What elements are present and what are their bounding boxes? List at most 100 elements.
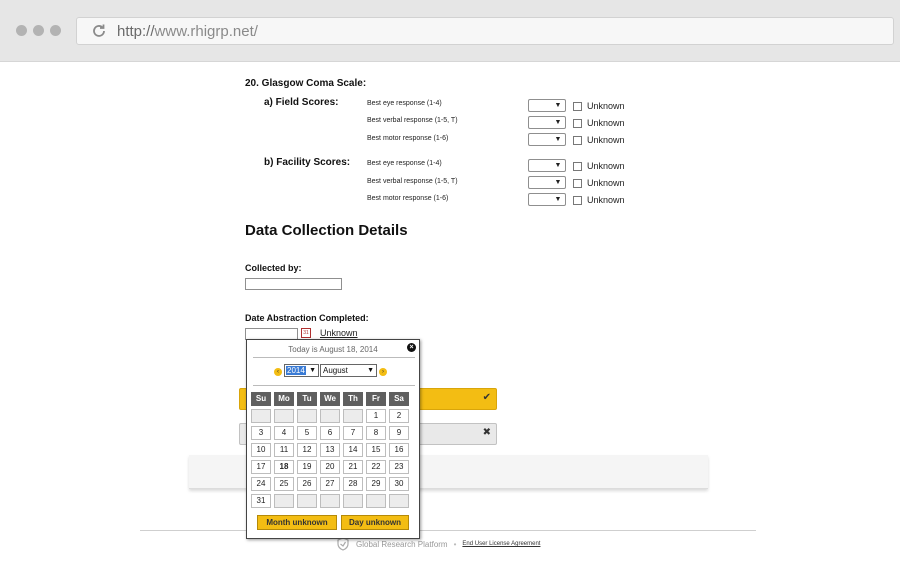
weekday-label: Su [251,392,271,406]
calendar-day[interactable]: 30 [389,477,409,491]
facility-motor-select[interactable]: ▼ [528,193,566,206]
collected-by-input[interactable] [245,278,342,290]
facility-verbal-label: Best verbal response (1-5, T) [367,178,458,185]
calendar-empty-cell [320,409,340,423]
date-unknown-link[interactable]: Unknown [320,328,358,338]
calendar-empty-cell [297,494,317,508]
calendar-day[interactable]: 1 [366,409,386,423]
calendar-day[interactable]: 23 [389,460,409,474]
calendar-day[interactable]: 8 [366,426,386,440]
field-motor-select[interactable]: ▼ [528,133,566,146]
data-collection-heading: Data Collection Details [245,222,408,239]
calendar-day[interactable]: 7 [343,426,363,440]
footer-brand: Global Research Platform [356,539,448,549]
calendar-day[interactable]: 21 [343,460,363,474]
window-dot[interactable] [16,25,27,36]
reload-icon[interactable] [91,23,107,39]
calendar-day[interactable]: 13 [320,443,340,457]
facility-motor-unknown-label: Unknown [587,195,625,205]
month-select[interactable]: August ▼ [320,364,377,377]
year-select[interactable]: 2014 ▼ [284,364,319,377]
field-verbal-unknown-checkbox[interactable] [573,119,582,128]
window-dot[interactable] [50,25,61,36]
chevron-down-icon: ▼ [554,179,562,186]
footer: Global Research Platform • End User Lice… [336,537,540,551]
field-verbal-unknown-label: Unknown [587,118,625,128]
checkmark-icon: ✔ [482,392,491,403]
calendar-day[interactable]: 11 [274,443,294,457]
weekday-label: Mo [274,392,294,406]
prev-month-button[interactable]: ‹ [274,368,282,376]
calendar-day[interactable]: 24 [251,477,271,491]
close-icon: ✖ [482,427,491,438]
field-eye-unknown-checkbox[interactable] [573,102,582,111]
field-eye-select[interactable]: ▼ [528,99,566,112]
calendar-day[interactable]: 27 [320,477,340,491]
calendar-empty-cell [320,494,340,508]
divider [253,385,415,386]
weekday-header: Su Mo Tu We Th Fr Sa [251,392,415,406]
date-abstraction-label: Date Abstraction Completed: [245,313,369,323]
calendar-grid: Su Mo Tu We Th Fr Sa 1 2 3 4 5 6 7 8 9 10 11 12 13 14… [251,392,415,511]
address-bar[interactable]: http://www.rhigrp.net/ [76,17,894,45]
today-text: Today is August 18, 2014 [288,345,378,354]
day-unknown-button[interactable]: Day unknown [341,515,409,530]
calendar-empty-cell [297,409,317,423]
calendar-weeks: 1 2 3 4 5 6 7 8 9 10 11 12 13 14 15 16 17 18 19 20 21 22 23 24 2… [251,409,415,508]
chevron-down-icon: ▼ [554,136,562,143]
calendar-day[interactable]: 18 [274,460,294,474]
chevron-down-icon: ▼ [554,102,562,109]
calendar-day[interactable]: 15 [366,443,386,457]
calendar-week-row: 10 11 12 13 14 15 16 [251,443,415,457]
eula-link[interactable]: End User License Agreement [462,541,540,547]
calendar-day[interactable]: 31 [251,494,271,508]
page-content: 20. Glasgow Coma Scale: a) Field Scores:… [0,62,900,562]
calendar-day[interactable]: 12 [297,443,317,457]
calendar-icon[interactable]: 31 [301,328,311,338]
calendar-day[interactable]: 16 [389,443,409,457]
month-value: August [323,366,348,375]
year-value: 2014 [286,366,306,375]
facility-verbal-unknown-label: Unknown [587,178,625,188]
calendar-day[interactable]: 25 [274,477,294,491]
calendar-empty-cell [343,409,363,423]
calendar-day[interactable]: 5 [297,426,317,440]
month-unknown-button[interactable]: Month unknown [257,515,337,530]
window-dot[interactable] [33,25,44,36]
facility-verbal-unknown-checkbox[interactable] [573,179,582,188]
calendar-week-row: 24 25 26 27 28 29 30 [251,477,415,491]
calendar-day[interactable]: 19 [297,460,317,474]
calendar-day[interactable]: 10 [251,443,271,457]
calendar-day[interactable]: 9 [389,426,409,440]
collected-by-label: Collected by: [245,263,302,273]
calendar-day[interactable]: 28 [343,477,363,491]
facility-motor-unknown-checkbox[interactable] [573,196,582,205]
field-motor-unknown-checkbox[interactable] [573,136,582,145]
window-controls [16,25,61,36]
close-icon[interactable]: × [407,343,416,352]
calendar-day[interactable]: 22 [366,460,386,474]
next-month-button[interactable]: › [379,368,387,376]
facility-eye-select[interactable]: ▼ [528,159,566,172]
field-motor-label: Best motor response (1-6) [367,135,449,142]
facility-motor-label: Best motor response (1-6) [367,195,449,202]
calendar-day[interactable]: 20 [320,460,340,474]
calendar-day[interactable]: 4 [274,426,294,440]
field-eye-unknown-label: Unknown [587,101,625,111]
chevron-down-icon: ▼ [367,367,374,374]
facility-verbal-select[interactable]: ▼ [528,176,566,189]
field-scores-label: a) Field Scores: [264,97,339,108]
facility-eye-unknown-label: Unknown [587,161,625,171]
facility-eye-unknown-checkbox[interactable] [573,162,582,171]
calendar-day[interactable]: 2 [389,409,409,423]
calendar-day[interactable]: 3 [251,426,271,440]
calendar-day[interactable]: 29 [366,477,386,491]
calendar-day[interactable]: 26 [297,477,317,491]
weekday-label: Fr [366,392,386,406]
calendar-day[interactable]: 17 [251,460,271,474]
chevron-down-icon: ▼ [554,119,562,126]
calendar-day[interactable]: 6 [320,426,340,440]
footer-divider [140,530,756,531]
field-verbal-select[interactable]: ▼ [528,116,566,129]
calendar-day[interactable]: 14 [343,443,363,457]
